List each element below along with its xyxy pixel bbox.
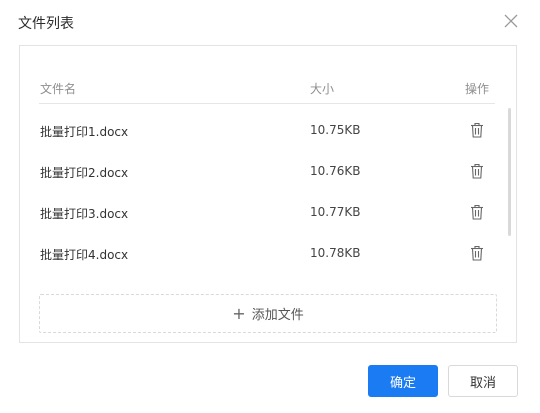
file-size: 10.78KB: [310, 246, 361, 260]
dialog-title: 文件列表: [18, 16, 74, 32]
file-rows: 批量打印1.docx 10.75KB 批量打印2.docx 10.76KB 批量…: [39, 110, 495, 274]
plus-icon: +: [232, 303, 246, 323]
close-icon[interactable]: [502, 12, 520, 30]
file-name: 批量打印1.docx: [40, 125, 129, 139]
trash-icon[interactable]: [470, 163, 484, 179]
file-name: 批量打印2.docx: [40, 166, 129, 180]
file-size: 10.77KB: [310, 205, 361, 219]
table-row: 批量打印4.docx 10.78KB: [39, 233, 495, 274]
file-size: 10.75KB: [310, 123, 361, 137]
table-header: 文件名 大小 操作: [39, 72, 495, 104]
confirm-button[interactable]: 确定: [368, 365, 438, 397]
add-file-label: 添加文件: [251, 308, 304, 323]
trash-icon[interactable]: [470, 204, 484, 220]
file-size: 10.76KB: [310, 164, 361, 178]
table-row: 批量打印3.docx 10.77KB: [39, 192, 495, 233]
file-name: 批量打印4.docx: [40, 248, 129, 262]
table-row: 批量打印1.docx 10.75KB: [39, 110, 495, 151]
header-action: 操作: [465, 82, 490, 96]
file-name: 批量打印3.docx: [40, 207, 129, 221]
cancel-button[interactable]: 取消: [448, 365, 518, 397]
trash-icon[interactable]: [470, 122, 484, 138]
file-list-panel: 文件名 大小 操作 批量打印1.docx 10.75KB 批量打印2.docx …: [19, 45, 517, 343]
header-filename: 文件名: [40, 82, 77, 96]
header-size: 大小: [310, 82, 335, 96]
list-scrollbar[interactable]: [508, 108, 511, 236]
trash-icon[interactable]: [470, 245, 484, 261]
file-list-dialog: 文件列表 文件名 大小 操作 批量打印1.docx 10.75KB 批量打印2.…: [0, 0, 540, 413]
add-file-button[interactable]: + 添加文件: [39, 294, 497, 333]
table-row: 批量打印2.docx 10.76KB: [39, 151, 495, 192]
